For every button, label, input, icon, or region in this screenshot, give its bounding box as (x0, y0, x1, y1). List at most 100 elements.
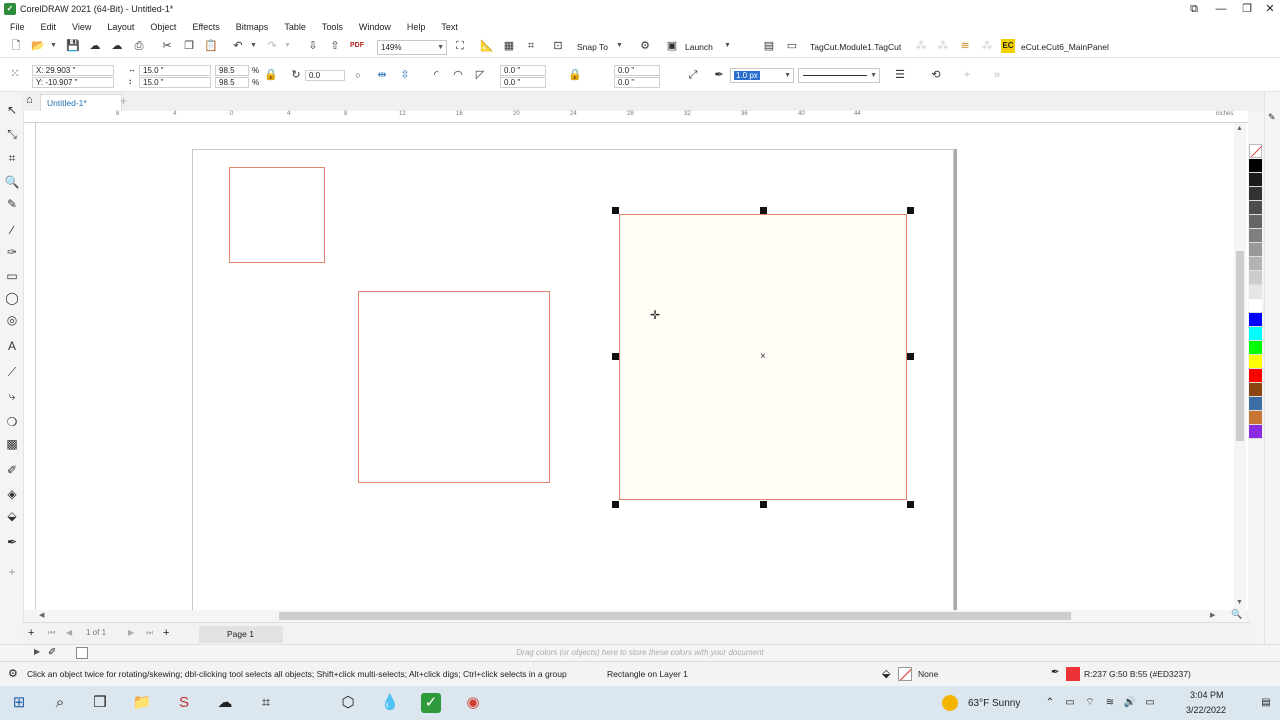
snap-to-dropdown-icon[interactable]: ▼ (616, 42, 623, 49)
width-field[interactable]: 15.0 " (139, 65, 211, 76)
palette-swatch[interactable] (1249, 215, 1262, 229)
corner-radius-top-left-field[interactable]: 0.0 " (500, 65, 546, 76)
app-cloud-icon[interactable]: ☁ (215, 693, 235, 713)
tray-display-icon[interactable]: ▭ (1140, 693, 1160, 713)
mirror-vertical-icon[interactable]: ⇳ (398, 68, 412, 82)
palette-swatch[interactable] (1249, 397, 1262, 411)
menu-window[interactable]: Window (351, 22, 399, 32)
tray-chevron-icon[interactable]: ⌃ (1040, 693, 1060, 713)
tray-wifi-icon[interactable]: ≋ (1100, 693, 1120, 713)
selection-handle-bottom[interactable] (760, 501, 767, 508)
paste-icon[interactable]: 📋 (204, 39, 218, 53)
app-box-icon[interactable]: ⬡ (338, 693, 358, 713)
menu-layout[interactable]: Layout (99, 22, 142, 32)
rotation-center-icon[interactable]: × (760, 352, 766, 362)
ecut-badge-icon[interactable]: EC (1001, 39, 1015, 53)
selection-handle-top[interactable] (760, 207, 767, 214)
scale-height-field[interactable]: 98.5 (215, 77, 249, 88)
menu-effects[interactable]: Effects (184, 22, 227, 32)
new-document-icon[interactable]: 🗋 (9, 39, 23, 53)
redo-icon[interactable]: ↷ (265, 39, 279, 53)
relative-corner-scaling-icon[interactable]: ⤢ (686, 68, 700, 82)
chrome-icon[interactable]: ◉ (463, 693, 483, 713)
full-screen-preview-icon[interactable]: ⛶ (453, 39, 467, 53)
palette-swatch[interactable] (1249, 271, 1262, 285)
palette-swatch[interactable] (1249, 257, 1262, 271)
add-page-before-icon[interactable]: + (28, 627, 34, 639)
palette-swatch[interactable] (1249, 229, 1262, 243)
last-page-icon[interactable]: ⏭ (146, 628, 153, 638)
app-scan-icon[interactable]: ⌗ (256, 693, 276, 713)
home-icon[interactable]: ⌂ (26, 94, 33, 106)
windows-start-icon[interactable]: ⊞ (9, 693, 29, 713)
open-dropdown-icon[interactable]: ▼ (50, 42, 57, 49)
tagcut-macro-label[interactable]: TagCut.Module1.TagCut (810, 40, 901, 54)
object-origin-icon[interactable]: ⁙ (8, 67, 22, 81)
connector-tool-icon[interactable]: ⤷ (4, 388, 20, 404)
app-s-icon[interactable]: S (174, 693, 194, 713)
weather-sun-icon[interactable] (942, 695, 958, 711)
open-icon[interactable]: 📂 (31, 39, 45, 53)
close-button[interactable]: ✕ (1257, 0, 1280, 18)
clock-date[interactable]: 3/22/2022 (1186, 705, 1226, 715)
corner-radius-bottom-left-field[interactable]: 0.0 " (500, 77, 546, 88)
menu-edit[interactable]: Edit (33, 22, 65, 32)
palette-swatch[interactable] (1249, 383, 1262, 397)
weather-text[interactable]: 63°F Sunny (968, 698, 1020, 709)
tagcut-tool-2-icon[interactable]: ⁂ (936, 39, 950, 53)
menu-bitmaps[interactable]: Bitmaps (228, 22, 277, 32)
menu-tools[interactable]: Tools (314, 22, 351, 32)
menu-object[interactable]: Object (142, 22, 184, 32)
fill-none-swatch[interactable] (898, 667, 912, 681)
outline-color-swatch[interactable] (1066, 667, 1080, 681)
interactive-fill-tool-icon[interactable]: ◈ (4, 486, 20, 502)
lock-ratio-icon[interactable]: 🔒 (264, 68, 278, 82)
shadow-tool-icon[interactable]: ❍ (4, 414, 20, 430)
palette-swatch[interactable] (1249, 201, 1262, 215)
outline-pen-tool-icon[interactable]: ✒ (4, 534, 20, 550)
task-view-icon[interactable]: ❒ (90, 693, 110, 713)
pick-tool-icon[interactable]: ↖ (4, 102, 20, 118)
crop-tool-icon[interactable]: ⌗ (4, 150, 20, 166)
spiral-tool-icon[interactable]: ◎ (4, 312, 20, 328)
palette-swatch[interactable] (1249, 187, 1262, 201)
selection-handle-right[interactable] (907, 353, 914, 360)
tray-network-icon[interactable]: ⌔ (1080, 693, 1100, 713)
outline-width-combo[interactable]: 1.0 px ▼ (730, 68, 794, 83)
import-icon[interactable]: ⇩ (306, 39, 320, 53)
selection-handle-left[interactable] (612, 353, 619, 360)
app-tray-icon[interactable]: ⧉ (1181, 0, 1207, 18)
scale-width-field[interactable]: 98.5 (215, 65, 249, 76)
cloud-upload-icon[interactable]: ☁ (88, 39, 102, 53)
scroll-down-icon[interactable]: ▼ (1236, 599, 1243, 606)
corner-radius-top-right-field[interactable]: 0.0 " (614, 65, 660, 76)
shape-tool-icon[interactable]: ⤡ (4, 126, 20, 142)
menu-help[interactable]: Help (399, 22, 434, 32)
drawing-workspace[interactable]: × ✛ (36, 123, 1250, 610)
text-tool-icon[interactable]: A (4, 338, 20, 354)
snap-to-label[interactable]: Snap To (577, 40, 608, 54)
pen-tool-icon[interactable]: ✑ (4, 244, 20, 260)
palette-swatch[interactable] (1249, 159, 1262, 173)
text-wrap-icon[interactable]: ☰ (893, 68, 907, 82)
zoom-navigator-icon[interactable]: 🔍 (1231, 609, 1242, 620)
freehand-tool-icon[interactable]: ✎ (4, 196, 20, 212)
zoom-tool-icon[interactable]: 🔍 (4, 174, 20, 190)
palette-swatch[interactable] (1249, 425, 1262, 439)
status-settings-icon[interactable]: ⚙ (8, 667, 18, 680)
vertical-scroll-thumb[interactable] (1236, 251, 1244, 441)
palette-swatch[interactable] (1249, 341, 1262, 355)
palette-swatch[interactable] (1249, 173, 1262, 187)
launch-label[interactable]: Launch (685, 40, 713, 54)
file-explorer-icon[interactable]: 📁 (132, 693, 152, 713)
palette-swatch[interactable] (1249, 299, 1262, 313)
zoom-level-combo[interactable]: 149% ▼ (377, 40, 447, 55)
tagcut-tool-3-icon[interactable]: ⁂ (980, 39, 994, 53)
app-drop-icon[interactable]: 💧 (380, 693, 400, 713)
search-icon[interactable]: ⌕ (50, 693, 70, 713)
palette-swatch[interactable] (1249, 411, 1262, 425)
rectangle-small[interactable] (229, 167, 325, 263)
show-grid-icon[interactable]: ▦ (502, 39, 516, 53)
add-icon[interactable]: + (960, 68, 974, 82)
scroll-right-icon[interactable]: ▶ (1210, 611, 1215, 619)
